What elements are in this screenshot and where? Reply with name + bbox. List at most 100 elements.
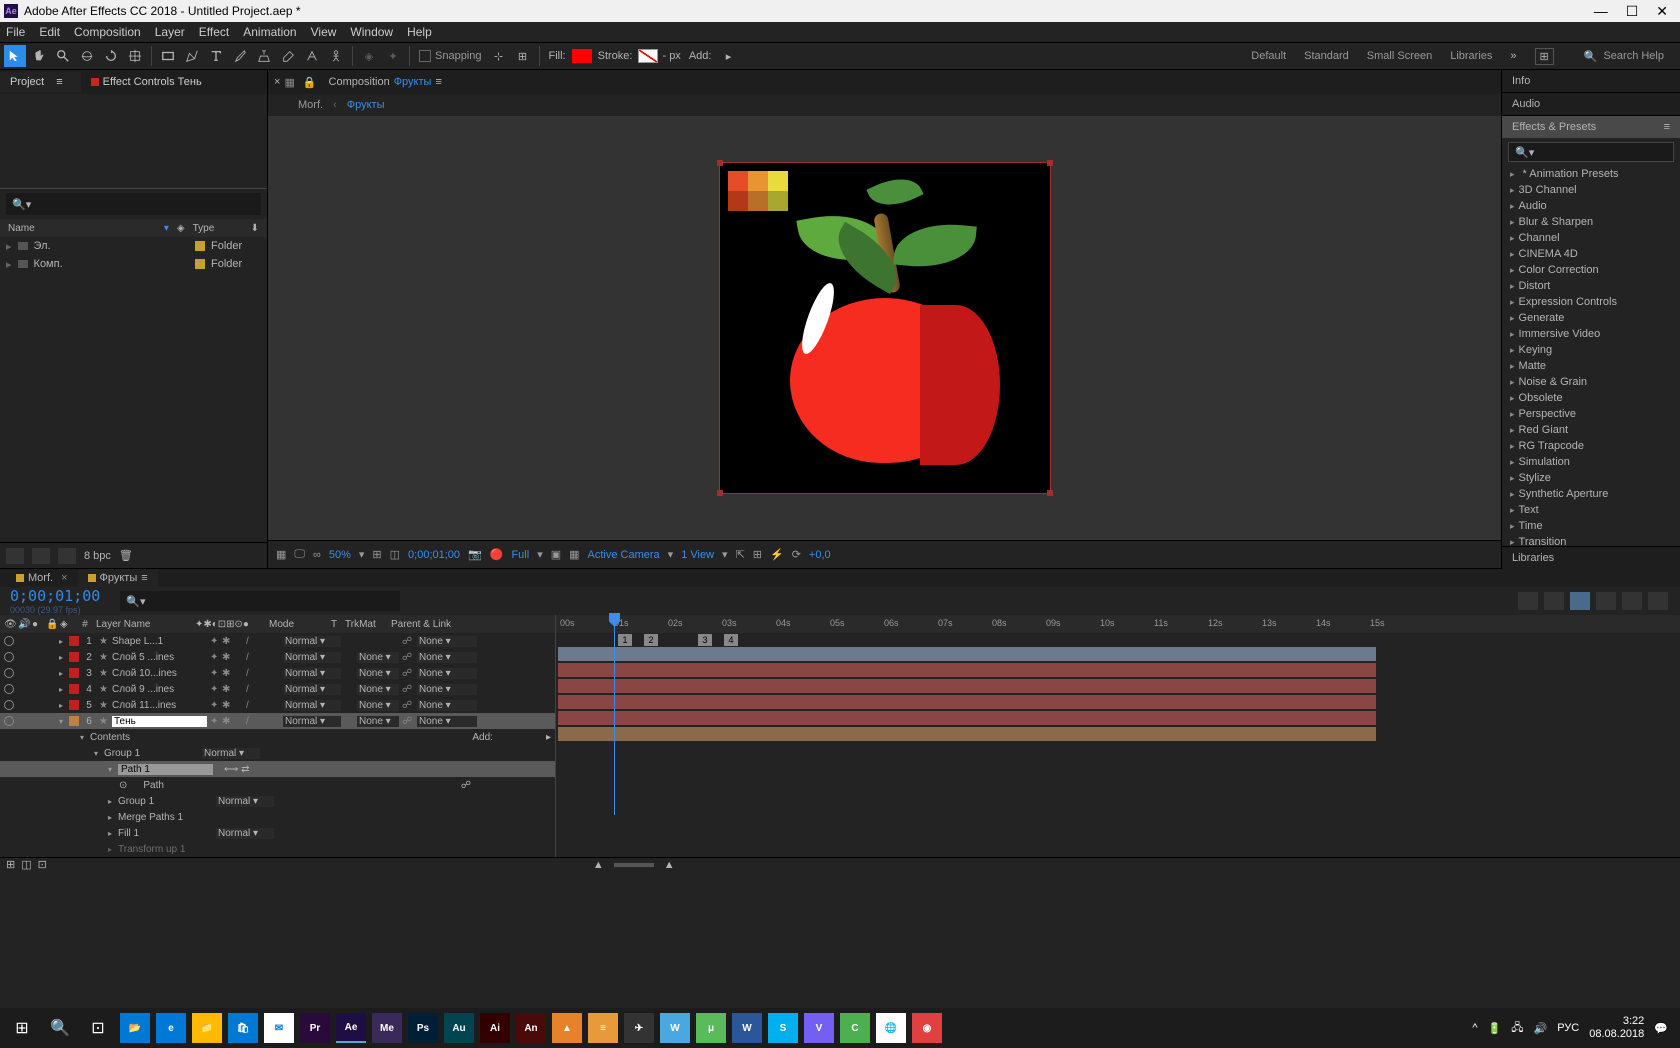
toggle-icon[interactable]: ⊡ <box>38 858 47 871</box>
rectangle-tool[interactable] <box>157 45 179 67</box>
lock-icon[interactable]: ▦ <box>284 76 294 89</box>
keyframe-marker[interactable]: 1 <box>618 634 632 646</box>
tray-expand-icon[interactable]: ^ <box>1472 1022 1477 1034</box>
layer-bar[interactable] <box>558 695 1376 709</box>
timecode-display[interactable]: 0;00;01;00 <box>0 587 110 605</box>
taskbar-app[interactable]: Pr <box>300 1013 330 1043</box>
parent-dd[interactable]: None ▾ <box>417 636 477 647</box>
effect-controls-tab[interactable]: Effect Controls Тень <box>81 72 212 92</box>
effects-category[interactable]: ▸* Animation Presets <box>1502 166 1680 182</box>
effects-category[interactable]: ▸Channel <box>1502 230 1680 246</box>
menu-edit[interactable]: Edit <box>39 25 60 39</box>
mag-icon[interactable]: ▦ <box>276 548 286 561</box>
layer-bar[interactable] <box>558 727 1376 741</box>
layer-property[interactable]: ⊙Path☍ <box>0 777 555 793</box>
blend-mode-dd[interactable]: Normal ▾ <box>283 684 341 695</box>
panel-menu-icon[interactable]: ≡ <box>48 76 70 88</box>
taskbar-app[interactable]: An <box>516 1013 546 1043</box>
twirl-icon[interactable]: ▾ <box>56 717 66 726</box>
taskbar-app[interactable]: 🛍 <box>228 1013 258 1043</box>
effects-category[interactable]: ▸Text <box>1502 502 1680 518</box>
effects-category[interactable]: ▸Transition <box>1502 534 1680 546</box>
new-comp-icon[interactable] <box>58 548 76 564</box>
snapping-toggle[interactable]: Snapping <box>419 50 482 62</box>
time-ruler[interactable]: 00s01s02s03s04s05s06s07s08s09s10s11s12s1… <box>556 615 1680 633</box>
project-tab[interactable]: Project≡ <box>0 72 81 92</box>
viewer-area[interactable] <box>268 116 1501 540</box>
brush-tool[interactable] <box>229 45 251 67</box>
timeline-layer-row[interactable]: ▸1★Shape L...1✦✱/Normal ▾☍None ▾ <box>0 633 555 649</box>
label-color[interactable] <box>69 700 79 710</box>
twirl-icon[interactable]: ▸ <box>56 637 66 646</box>
project-item-folder[interactable]: ▸ Комп. Folder <box>0 255 267 273</box>
frame-blend-icon[interactable] <box>1596 592 1616 610</box>
zoom-out-icon[interactable]: ▲ <box>593 859 604 871</box>
menu-effect[interactable]: Effect <box>199 25 229 39</box>
info-panel-header[interactable]: Info <box>1502 70 1680 92</box>
timeline-tab[interactable]: Morf.× <box>6 569 78 587</box>
blend-mode-dd[interactable]: Normal ▾ <box>283 652 341 663</box>
menu-file[interactable]: File <box>6 25 25 39</box>
layer-property[interactable]: ▸Fill 1Normal ▾ <box>0 825 555 841</box>
camera-dd[interactable]: Active Camera <box>588 549 660 561</box>
effects-category[interactable]: ▸CINEMA 4D <box>1502 246 1680 262</box>
clone-tool[interactable] <box>253 45 275 67</box>
parent-dd[interactable]: None ▾ <box>417 684 477 695</box>
track-matte-dd[interactable]: None ▾ <box>357 684 399 695</box>
parent-dd[interactable]: None ▾ <box>417 668 477 679</box>
timeline-layer-row[interactable]: ▸5★Слой 11...ines✦✱/Normal ▾None ▾☍None … <box>0 697 555 713</box>
stroke-width[interactable]: - px <box>662 50 680 62</box>
layer-bar[interactable] <box>558 663 1376 677</box>
parent-link-icon[interactable]: ☍ <box>402 668 414 679</box>
visibility-toggle[interactable] <box>4 684 14 694</box>
timeline-layer-row[interactable]: ▸2★Слой 5 ...ines✦✱/Normal ▾None ▾☍None … <box>0 649 555 665</box>
toggle-modes-icon[interactable]: ◫ <box>21 858 31 871</box>
mag-icon[interactable]: 🖵 <box>294 548 305 561</box>
label-color[interactable] <box>69 636 79 646</box>
twirl-icon[interactable]: ▸ <box>56 653 66 662</box>
workspace-smallscreen[interactable]: Small Screen <box>1367 50 1432 62</box>
taskbar-app[interactable]: ≡ <box>588 1013 618 1043</box>
selection-handle[interactable] <box>1047 160 1053 166</box>
tray-network-icon[interactable]: 🖧 <box>1511 1019 1523 1038</box>
visibility-toggle[interactable] <box>4 700 14 710</box>
effects-category[interactable]: ▸Time <box>1502 518 1680 534</box>
tray-notifications-icon[interactable]: 💬 <box>1654 1022 1668 1035</box>
draft3d-icon[interactable] <box>1544 592 1564 610</box>
breadcrumb-item[interactable]: Morf. <box>298 99 323 111</box>
close-tab-icon[interactable]: × <box>274 76 280 88</box>
blend-mode-dd[interactable]: Normal ▾ <box>283 716 341 727</box>
track-matte-dd[interactable]: None ▾ <box>357 668 399 679</box>
snap-edge-icon[interactable]: ⊹ <box>488 45 510 67</box>
taskbar-app[interactable]: Me <box>372 1013 402 1043</box>
effects-category[interactable]: ▸Color Correction <box>1502 262 1680 278</box>
effects-presets-header[interactable]: Effects & Presets≡ <box>1502 116 1680 138</box>
orbit-tool[interactable] <box>76 45 98 67</box>
layer-property[interactable]: ▸Transform up 1 <box>0 841 555 857</box>
layer-property[interactable]: ▾Path 1⟷ ⇄ <box>0 761 555 777</box>
parent-link-icon[interactable]: ☍ <box>402 636 414 647</box>
taskbar-app[interactable]: W <box>660 1013 690 1043</box>
visibility-toggle[interactable] <box>4 716 14 726</box>
zoom-slider[interactable] <box>614 863 654 867</box>
fast-preview-icon[interactable]: ⚡ <box>770 548 784 561</box>
timeline-layer-row[interactable]: ▾6★Тень✦✱/Normal ▾None ▾☍None ▾ <box>0 713 555 729</box>
menu-window[interactable]: Window <box>350 25 393 39</box>
effects-search[interactable]: 🔍▾ <box>1508 142 1674 162</box>
effects-category[interactable]: ▸Blur & Sharpen <box>1502 214 1680 230</box>
keyframe-marker[interactable]: 4 <box>724 634 738 646</box>
tray-clock[interactable]: 3:22 08.08.2018 <box>1589 1015 1644 1041</box>
effects-category[interactable]: ▸Perspective <box>1502 406 1680 422</box>
pan-behind-tool[interactable] <box>124 45 146 67</box>
eraser-tool[interactable] <box>277 45 299 67</box>
taskbar-app[interactable]: S <box>768 1013 798 1043</box>
selection-tool[interactable] <box>4 45 26 67</box>
layer-bar[interactable] <box>558 679 1376 693</box>
effects-category[interactable]: ▸Noise & Grain <box>1502 374 1680 390</box>
taskbar-app[interactable]: Ps <box>408 1013 438 1043</box>
label-color[interactable] <box>69 684 79 694</box>
type-tool[interactable] <box>205 45 227 67</box>
views-dd[interactable]: 1 View <box>681 549 714 561</box>
graph-editor-icon[interactable] <box>1648 592 1668 610</box>
visibility-toggle[interactable] <box>4 636 14 646</box>
